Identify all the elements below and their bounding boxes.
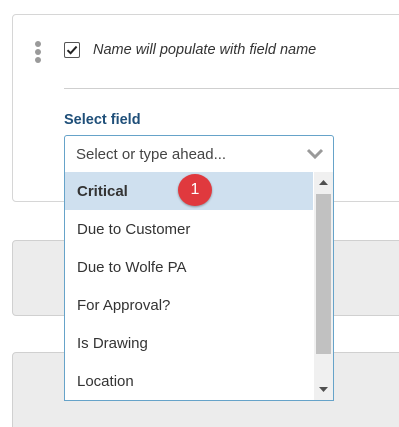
field-select-input[interactable]: Select or type ahead... bbox=[64, 135, 334, 173]
dropdown-option-for-approval[interactable]: For Approval? bbox=[65, 286, 313, 324]
scroll-up-arrow-icon[interactable] bbox=[314, 174, 333, 192]
dropdown-option-due-to-customer[interactable]: Due to Customer bbox=[65, 210, 313, 248]
scroll-down-arrow-icon[interactable] bbox=[314, 380, 333, 398]
divider bbox=[64, 88, 399, 89]
select-field-label: Select field bbox=[64, 112, 141, 128]
checkbox-label: Name will populate with field name bbox=[93, 42, 317, 58]
dropdown-option-location[interactable]: Location bbox=[65, 362, 313, 400]
dropdown-option-due-to-wolfe-pa[interactable]: Due to Wolfe PA bbox=[65, 248, 313, 286]
scrollbar-thumb[interactable] bbox=[316, 194, 331, 354]
option-label: Critical bbox=[77, 183, 128, 200]
option-label: Due to Customer bbox=[77, 221, 191, 238]
dropdown-list: Critical Due to Customer Due to Wolfe PA… bbox=[64, 172, 334, 401]
option-label: For Approval? bbox=[77, 297, 171, 314]
chevron-down-icon[interactable] bbox=[306, 148, 324, 160]
checkmark-icon bbox=[66, 45, 78, 55]
option-label: Location bbox=[77, 373, 134, 390]
select-placeholder: Select or type ahead... bbox=[76, 146, 227, 163]
option-label: Due to Wolfe PA bbox=[77, 259, 187, 276]
dropdown-option-is-drawing[interactable]: Is Drawing bbox=[65, 324, 313, 362]
dropdown-scrollbar[interactable] bbox=[314, 172, 333, 400]
drag-handle-icon[interactable] bbox=[35, 41, 41, 63]
option-label: Is Drawing bbox=[77, 335, 148, 352]
step-number-badge: 1 bbox=[178, 174, 212, 206]
populate-name-checkbox[interactable] bbox=[64, 42, 80, 58]
page: Name will populate with field name Selec… bbox=[0, 0, 399, 427]
